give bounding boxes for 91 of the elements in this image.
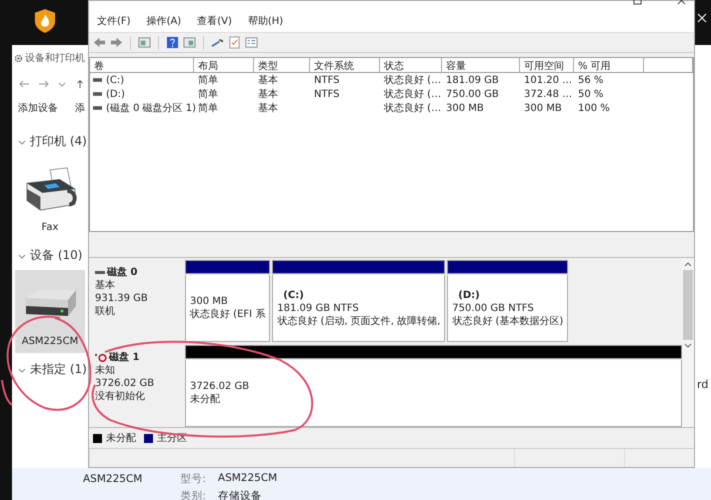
table-cell-text: 简单 xyxy=(197,102,219,116)
column-header[interactable]: 文件系统 xyxy=(310,58,380,72)
volume-icon xyxy=(93,78,102,82)
back-arrow-icon[interactable] xyxy=(93,36,106,50)
device-tile[interactable]: Fax xyxy=(15,156,85,239)
disk-info: 未知 xyxy=(95,364,116,378)
disk-name: 磁盘 1 xyxy=(109,351,140,364)
field-label: 型号: xyxy=(180,472,206,486)
legend-label: 未分配 xyxy=(106,432,136,446)
table-cell-text: 750.00 GB xyxy=(445,88,500,100)
table-cell-text: 状态良好 (… xyxy=(383,74,442,88)
table-cell-text: 300 MB xyxy=(445,102,485,114)
table-cell-text: 300 MB xyxy=(523,102,563,114)
menu-item[interactable]: 文件(F) xyxy=(97,14,131,28)
partition-info: 未分配 xyxy=(190,393,221,406)
column-header[interactable]: 容量 xyxy=(442,58,520,72)
table-cell-text: 基本 xyxy=(257,102,279,116)
device-label: ASM225CM xyxy=(22,336,78,347)
table-cell-text: NTFS xyxy=(313,88,341,100)
chevron-down-icon[interactable] xyxy=(58,80,66,88)
table-cell-text: 状态良好 (… xyxy=(383,102,442,116)
volume-icon xyxy=(93,106,102,110)
table-cell-text: 简单 xyxy=(197,88,219,102)
table-cell-text: 56 % xyxy=(577,74,604,86)
table-cell-text: 状态良好 (… xyxy=(383,88,442,102)
table-cell-text: 181.09 GB xyxy=(445,74,500,86)
partition-info: 300 MB xyxy=(190,295,229,308)
partition-label: (C:) xyxy=(282,288,305,302)
disk-info: 3726.02 GB xyxy=(95,377,156,390)
device-label: Fax xyxy=(42,222,58,233)
disk-info: 基本 xyxy=(95,279,116,292)
forward-arrow-icon[interactable] xyxy=(110,36,123,50)
properties-icon[interactable] xyxy=(245,36,258,50)
table-cell-text: 基本 xyxy=(257,74,279,88)
forward-arrow-icon[interactable] xyxy=(38,79,50,89)
field-value: ASM225CM xyxy=(218,472,278,486)
table-cell: (D:) xyxy=(106,88,125,100)
partition-info: 181.09 GB NTFS xyxy=(277,302,360,315)
scrollbar[interactable] xyxy=(682,258,694,428)
chevron-down-icon[interactable] xyxy=(684,343,692,350)
group-heading[interactable]: 打印机 (4) xyxy=(30,133,87,150)
warning-ring-icon xyxy=(95,352,107,363)
disk-info: 联机 xyxy=(95,305,116,318)
column-header[interactable]: 布局 xyxy=(194,58,254,72)
group-heading[interactable]: 未指定 (1) xyxy=(30,361,87,378)
menu-item[interactable]: 帮助(H) xyxy=(248,14,284,28)
table-cell-text: 372.48 … xyxy=(523,88,574,100)
gear-icon xyxy=(14,54,23,62)
menu-item[interactable]: 查看(V) xyxy=(197,14,232,28)
device-name: ASM225CM xyxy=(83,473,142,487)
chevron-up-icon[interactable] xyxy=(684,261,692,268)
toolbar-button[interactable]: 添加设备 xyxy=(18,101,58,115)
wand-icon[interactable] xyxy=(211,36,224,50)
back-arrow-icon[interactable] xyxy=(18,79,30,89)
chevron-icon[interactable] xyxy=(18,138,26,146)
toolbar-button[interactable]: 添 xyxy=(75,101,85,115)
column-header[interactable]: 可用空间 xyxy=(520,58,574,72)
column-header[interactable]: 状态 xyxy=(380,58,442,72)
table-cell-text: 简单 xyxy=(197,74,219,88)
partition-info: 3726.02 GB xyxy=(190,380,250,394)
disk-name: 磁盘 0 xyxy=(107,266,138,280)
device-label: rd xyxy=(697,378,708,391)
partition-info: 状态良好 (EFI 系 xyxy=(190,308,266,322)
table-cell-text: 100 % xyxy=(577,102,611,114)
disk-info: 931.39 GB xyxy=(95,292,149,306)
shield-logo-icon[interactable] xyxy=(34,8,56,34)
menu-item[interactable]: 操作(A) xyxy=(146,14,182,28)
partition-info: 状态良好 (基本数据分区) xyxy=(452,314,564,328)
device-tile[interactable]: ASM225CM xyxy=(15,270,85,353)
chevron-icon[interactable] xyxy=(18,366,26,374)
column-header[interactable]: % 可用 xyxy=(574,58,644,72)
table-cell-text: (磁盘 0 磁盘分区 1) xyxy=(106,102,196,116)
disk-info: 没有初始化 xyxy=(95,390,146,404)
partition-info: 状态良好 (启动, 页面文件, 故障转储, xyxy=(277,314,440,328)
window-title: 设备和打印机 xyxy=(25,52,85,65)
column-header[interactable]: 类型 xyxy=(254,58,310,72)
volume-icon xyxy=(93,92,102,96)
checklist-icon[interactable] xyxy=(228,36,241,50)
partition-label: (D:) xyxy=(457,288,481,302)
chevron-icon[interactable] xyxy=(18,252,26,260)
group-heading[interactable]: 设备 (10) xyxy=(30,247,82,264)
window-pane-icon[interactable] xyxy=(138,36,151,50)
help-icon[interactable] xyxy=(166,36,179,50)
table-cell-text: 101.20 … xyxy=(523,74,574,86)
table-cell-text: NTFS xyxy=(313,74,341,86)
partition-info: 750.00 GB NTFS xyxy=(452,302,535,315)
table-cell: (C:) xyxy=(106,74,124,86)
table-cell-text: 50 % xyxy=(577,88,604,100)
window-pane-icon[interactable] xyxy=(183,36,196,50)
table-cell-text: 基本 xyxy=(257,88,279,102)
column-header[interactable]: 卷 xyxy=(90,58,194,72)
